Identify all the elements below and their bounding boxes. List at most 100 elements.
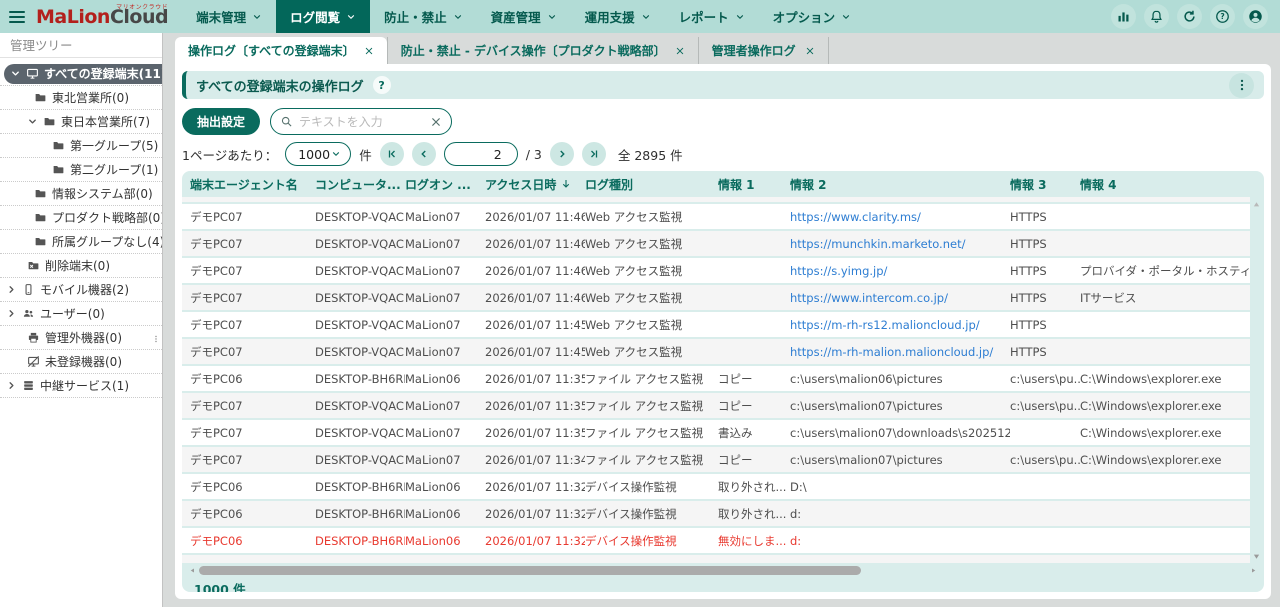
table-row[interactable]: デモPC06DESKTOP-BH6RI...MaLion062026/01/07…: [182, 366, 1250, 393]
notifications-button[interactable]: [1144, 4, 1169, 29]
tree-item-6[interactable]: 情報システム部(0): [0, 182, 162, 206]
column-header-5[interactable]: ログ種別: [585, 176, 718, 193]
cell-col7[interactable]: https://m-rh-rs12.malioncloud.jp/: [790, 318, 1010, 332]
cell-col9: C:\Windows\explorer.exe: [1080, 372, 1250, 386]
cell-col6: 取り外され...: [718, 479, 790, 495]
table-row[interactable]: デモPC07DESKTOP-VQAC...MaLion072026/01/07 …: [182, 447, 1250, 474]
cell-col5: Web アクセス監視: [585, 344, 718, 360]
column-header-1[interactable]: 端末エージェント名: [190, 176, 315, 193]
table-row[interactable]: デモPC07DESKTOP-VQAC...MaLion072026/01/07 …: [182, 285, 1250, 312]
nav-menu-item-label: ログ閲覧: [290, 7, 340, 26]
horizontal-scrollbar-thumb[interactable]: [199, 566, 861, 575]
table-row[interactable]: デモPC07DESKTOP-VQAC...MaLion072026/01/07 …: [182, 231, 1250, 258]
stats-button[interactable]: [1111, 4, 1136, 29]
nav-menu-item-1[interactable]: 端末管理: [182, 0, 276, 33]
column-header-7[interactable]: 情報 2: [790, 176, 1010, 193]
users-icon: [22, 307, 35, 320]
column-header-8[interactable]: 情報 3: [1010, 176, 1080, 193]
last-page-button[interactable]: [582, 142, 606, 166]
per-page-select[interactable]: 1000: [285, 142, 351, 166]
nav-menu-item-4[interactable]: 資産管理: [477, 0, 571, 33]
hamburger-menu-icon[interactable]: [0, 0, 34, 33]
chevron-down-icon[interactable]: [27, 116, 38, 127]
table-row[interactable]: デモPC07DESKTOP-VQAC...MaLion072026/01/07 …: [182, 312, 1250, 339]
chevron-down-icon[interactable]: [10, 68, 21, 79]
cell-col1: デモPC07: [190, 317, 315, 333]
table-row[interactable]: [182, 555, 1250, 563]
column-header-6[interactable]: 情報 1: [718, 176, 790, 193]
page-number-input[interactable]: [444, 142, 518, 166]
tab-3[interactable]: 管理者操作ログ: [699, 37, 829, 64]
table-row[interactable]: デモPC07DESKTOP-VQAC...MaLion072026/01/07 …: [182, 420, 1250, 447]
sidebar-resize-handle[interactable]: [151, 329, 161, 349]
extract-settings-button[interactable]: 抽出設定: [182, 108, 260, 135]
tree-item-5[interactable]: 第二グループ(1): [0, 158, 162, 182]
cell-col5: ファイル アクセス監視: [585, 452, 718, 468]
tree-item-10[interactable]: モバイル機器(2): [0, 278, 162, 302]
cell-col8: c:\users\pu...: [1010, 372, 1080, 386]
table-row[interactable]: デモPC07DESKTOP-VQAC...MaLion072026/01/07 …: [182, 339, 1250, 366]
tab-close-icon[interactable]: [364, 46, 374, 56]
tree-item-8[interactable]: 所属グループなし(4): [0, 230, 162, 254]
cell-col3: MaLion07: [405, 237, 485, 251]
nav-menu-item-6[interactable]: レポート: [665, 0, 759, 33]
table-row[interactable]: デモPC07DESKTOP-VQAC...MaLion072026/01/07 …: [182, 204, 1250, 231]
nav-menu-item-2[interactable]: ログ閲覧: [276, 0, 370, 33]
panel-menu-button[interactable]: [1229, 73, 1254, 98]
scroll-down-icon[interactable]: [1252, 552, 1261, 561]
search-clear-button[interactable]: [430, 116, 442, 128]
tree-item-1[interactable]: すべての登録端末(11): [0, 62, 162, 86]
cell-col7[interactable]: https://www.intercom.co.jp/: [790, 291, 1010, 305]
cell-col7[interactable]: https://s.yimg.jp/: [790, 264, 1010, 278]
account-button[interactable]: [1243, 4, 1268, 29]
tree-item-4[interactable]: 第一グループ(5): [0, 134, 162, 158]
tree-item-3[interactable]: 東日本営業所(7): [0, 110, 162, 134]
tree-item-11[interactable]: ユーザー(0): [0, 302, 162, 326]
table-row[interactable]: デモPC07DESKTOP-VQAC...MaLion072026/01/07 …: [182, 197, 1250, 204]
nav-menu-item-3[interactable]: 防止・禁止: [370, 0, 477, 33]
first-page-button[interactable]: [380, 142, 404, 166]
nav-menu-item-5[interactable]: 運用支援: [571, 0, 665, 33]
column-header-3[interactable]: ログオン ...: [405, 176, 485, 193]
cell-col7[interactable]: https://m-rh-malion.malioncloud.jp/: [790, 345, 1010, 359]
refresh-button[interactable]: [1177, 4, 1202, 29]
next-page-button[interactable]: [550, 142, 574, 166]
panel-help-button[interactable]: ?: [373, 76, 391, 94]
cell-col3: MaLion06: [405, 480, 485, 494]
table-row[interactable]: デモPC06DESKTOP-BH6RI...MaLion062026/01/07…: [182, 501, 1250, 528]
tree-item-13[interactable]: 未登録機器(0): [0, 350, 162, 374]
chevron-right-icon[interactable]: [6, 284, 17, 295]
tree-item-9[interactable]: 削除端末(0): [0, 254, 162, 278]
tab-close-icon[interactable]: [675, 46, 685, 56]
tree-item-2[interactable]: 東北営業所(0): [0, 86, 162, 110]
cell-col4: 2026/01/07 11:46:40: [485, 291, 585, 305]
scroll-up-icon[interactable]: [1252, 200, 1261, 209]
table-row[interactable]: デモPC07DESKTOP-VQAC...MaLion072026/01/07 …: [182, 393, 1250, 420]
chevron-right-icon[interactable]: [6, 308, 17, 319]
search-input[interactable]: [299, 115, 424, 129]
nav-menu-item-7[interactable]: オプション: [759, 0, 866, 33]
help-button[interactable]: [1210, 4, 1235, 29]
table-row[interactable]: デモPC06DESKTOP-BH6RI...MaLion062026/01/07…: [182, 528, 1250, 555]
column-header-9[interactable]: 情報 4: [1080, 176, 1250, 193]
horizontal-scrollbar[interactable]: [189, 564, 1257, 577]
tree-item-14[interactable]: 中継サービス(1): [0, 374, 162, 398]
scroll-left-icon[interactable]: [189, 567, 196, 574]
cell-col7[interactable]: https://www.clarity.ms/: [790, 210, 1010, 224]
tab-2[interactable]: 防止・禁止 - デバイス操作〔プロダクト戦略部〕: [387, 37, 699, 64]
table-row[interactable]: デモPC06DESKTOP-BH6RI...MaLion062026/01/07…: [182, 474, 1250, 501]
tab-1[interactable]: 操作ログ〔すべての登録端末〕: [175, 37, 387, 64]
tree-item-7[interactable]: プロダクト戦略部(0): [0, 206, 162, 230]
cell-col5: Web アクセス監視: [585, 317, 718, 333]
cell-col7[interactable]: https://munchkin.marketo.net/: [790, 237, 1010, 251]
scroll-right-icon[interactable]: [1250, 567, 1257, 574]
prev-page-button[interactable]: [412, 142, 436, 166]
table-row[interactable]: デモPC07DESKTOP-VQAC...MaLion072026/01/07 …: [182, 258, 1250, 285]
column-header-4[interactable]: アクセス日時: [485, 176, 585, 193]
app-logo[interactable]: MaLionマリオンクラウドCloud: [36, 0, 168, 33]
column-header-2[interactable]: コンピュータ...: [315, 176, 405, 193]
chevron-right-icon[interactable]: [6, 380, 17, 391]
tree-item-12[interactable]: 管理外機器(0): [0, 326, 162, 350]
tab-close-icon[interactable]: [805, 46, 815, 56]
folder-icon: [34, 187, 47, 200]
